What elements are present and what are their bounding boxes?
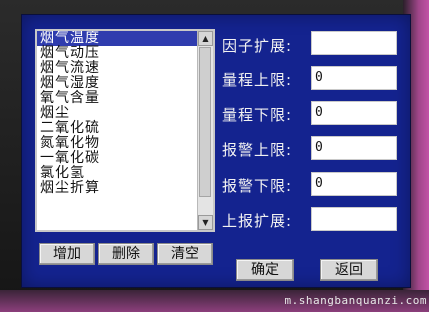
list-item[interactable]: 氮氧化物 xyxy=(37,136,197,151)
field-label-report-ext: 上报扩展: xyxy=(222,212,293,230)
back-button[interactable]: 返回 xyxy=(320,259,378,281)
factor-listbox[interactable]: 烟气温度 烟气动压 烟气流速 烟气湿度 氧气含量 烟尘 二氧化硫 氮氧化物 一氧… xyxy=(35,29,215,232)
alarm-lower-input[interactable]: 0 xyxy=(311,172,397,196)
delete-button[interactable]: 删除 xyxy=(98,243,154,265)
scrollbar-thumb[interactable] xyxy=(199,47,211,197)
arrow-up-icon[interactable]: ▲ xyxy=(198,31,213,46)
field-label-range-upper: 量程上限: xyxy=(222,71,293,89)
list-item[interactable]: 烟气动压 xyxy=(37,46,197,61)
factor-ext-input[interactable] xyxy=(311,31,397,55)
list-item[interactable]: 烟气湿度 xyxy=(37,76,197,91)
field-label-factor-ext: 因子扩展: xyxy=(222,37,293,55)
list-item[interactable]: 氧气含量 xyxy=(37,91,197,106)
clear-button[interactable]: 清空 xyxy=(157,243,213,265)
factor-list: 烟气温度 烟气动压 烟气流速 烟气湿度 氧气含量 烟尘 二氧化硫 氮氧化物 一氧… xyxy=(37,31,197,230)
list-item[interactable]: 二氧化硫 xyxy=(37,121,197,136)
add-button[interactable]: 增加 xyxy=(39,243,95,265)
range-lower-input[interactable]: 0 xyxy=(311,101,397,125)
list-item[interactable]: 烟气温度 xyxy=(37,31,197,46)
list-item[interactable]: 烟尘 xyxy=(37,106,197,121)
field-label-range-lower: 量程下限: xyxy=(222,106,293,124)
alarm-upper-input[interactable]: 0 xyxy=(311,136,397,160)
list-item[interactable]: 烟气流速 xyxy=(37,61,197,76)
field-label-alarm-lower: 报警下限: xyxy=(222,177,293,195)
report-ext-input[interactable] xyxy=(311,207,397,231)
field-label-alarm-upper: 报警上限: xyxy=(222,141,293,159)
lcd-screen: 烟气温度 烟气动压 烟气流速 烟气湿度 氧气含量 烟尘 二氧化硫 氮氧化物 一氧… xyxy=(21,14,411,288)
list-item[interactable]: 氯化氢 xyxy=(37,166,197,181)
confirm-button[interactable]: 确定 xyxy=(236,259,294,281)
list-scrollbar[interactable]: ▲ ▼ xyxy=(197,31,213,230)
watermark-text: m.shangbanquanzi.com xyxy=(284,294,427,307)
arrow-down-icon[interactable]: ▼ xyxy=(198,215,213,230)
list-item[interactable]: 烟尘折算 xyxy=(37,181,197,196)
range-upper-input[interactable]: 0 xyxy=(311,66,397,90)
list-item[interactable]: 一氧化碳 xyxy=(37,151,197,166)
